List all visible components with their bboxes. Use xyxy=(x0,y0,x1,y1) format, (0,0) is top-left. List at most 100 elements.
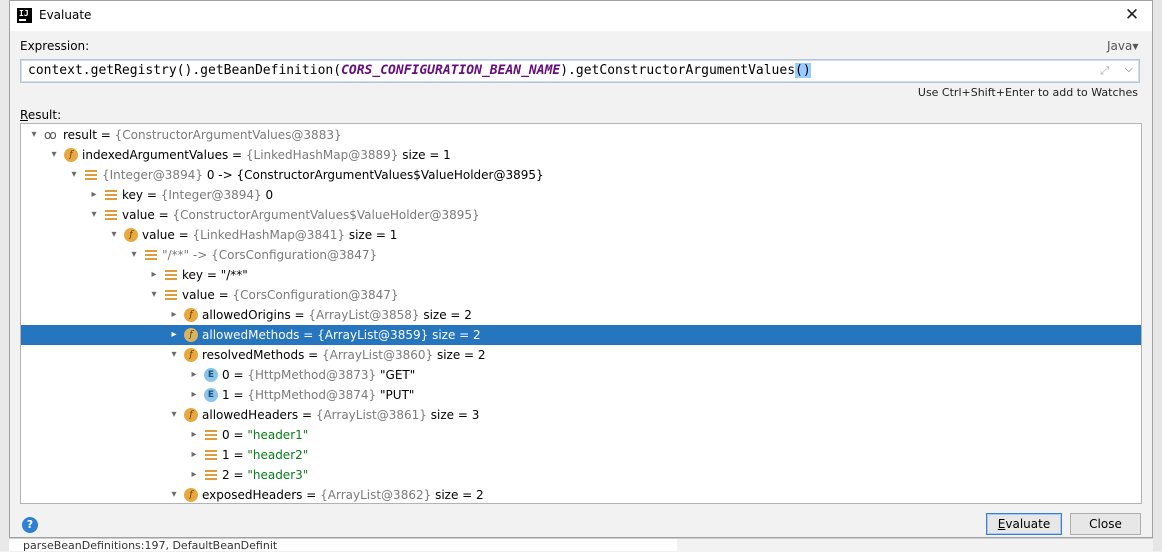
value-text: size = 1 xyxy=(348,228,398,242)
field-icon: f xyxy=(64,148,78,162)
evaluate-button[interactable]: Evaluate xyxy=(986,513,1062,535)
close-button[interactable]: Close xyxy=(1070,513,1141,535)
close-window-icon[interactable]: ✕ xyxy=(1122,5,1142,25)
expand-arrow-icon[interactable]: ▸ xyxy=(187,385,201,405)
tree-row[interactable]: ▾ f value = {LinkedHashMap@3841} size = 1 xyxy=(21,225,1141,245)
tree-row-label: exposedHeaders = {ArrayList@3862} size =… xyxy=(202,485,484,503)
tree-row[interactable]: ▾ value = {ConstructorArgumentValues$Valu… xyxy=(21,205,1141,225)
result-mnemonic: R xyxy=(20,108,28,122)
language-label: Java xyxy=(1107,39,1133,53)
expression-code[interactable]: context.getRegistry().getBeanDefinition(… xyxy=(28,63,811,78)
collapse-arrow-icon[interactable]: ▾ xyxy=(27,125,41,145)
tree-row[interactable]: ▾ f exposedHeaders = {ArrayList@3862} size… xyxy=(21,485,1141,503)
equals-sign: = xyxy=(214,288,233,302)
tree-row[interactable]: ▸ 0 = "header1" xyxy=(21,425,1141,445)
tree-row[interactable]: ▾ f allowedHeaders = {ArrayList@3861} size… xyxy=(21,405,1141,425)
watches-hint: Use Ctrl+Shift+Enter to add to Watches xyxy=(917,86,1138,99)
entry-icon xyxy=(204,448,218,462)
expression-input[interactable]: context.getRegistry().getBeanDefinition(… xyxy=(20,59,1140,83)
tree-row[interactable]: ▾ f indexedArgumentValues = {LinkedHashMap… xyxy=(21,145,1141,165)
value-text: "header2" xyxy=(247,448,309,462)
result-tree[interactable]: ▾ oo result = {ConstructorArgumentValues@3… xyxy=(20,123,1142,504)
equals-sign: = xyxy=(304,348,323,362)
entry-icon xyxy=(104,208,118,222)
collapse-arrow-icon[interactable]: ▾ xyxy=(47,145,61,165)
variable-name: allowedOrigins xyxy=(202,308,291,322)
tree-row[interactable]: ▸ f allowedOrigins = {ArrayList@3858} size… xyxy=(21,305,1141,325)
expand-arrow-icon[interactable]: ▸ xyxy=(187,465,201,485)
collapse-arrow-icon[interactable]: ▾ xyxy=(127,245,141,265)
value-text: size = 3 xyxy=(430,408,480,422)
expand-arrow-icon[interactable]: ▸ xyxy=(187,425,201,445)
result-label-rest: esult: xyxy=(27,108,62,122)
title-bar: IJ Evaluate ✕ xyxy=(10,1,1152,31)
tree-row[interactable]: ▸ E 0 = {HttpMethod@3873} "GET" xyxy=(21,365,1141,385)
equals-sign: = xyxy=(229,388,248,402)
tree-row[interactable]: ▾ "/**" -> {CorsConfiguration@3847} xyxy=(21,245,1141,265)
expand-icon[interactable]: ⤢ xyxy=(1100,64,1109,78)
tree-row[interactable]: ▾ {Integer@3894} 0 -> {ConstructorArgumen… xyxy=(21,165,1141,185)
object-reference: {Integer@3894} xyxy=(160,188,262,202)
collapse-arrow-icon[interactable]: ▾ xyxy=(167,405,181,425)
entry-icon xyxy=(164,288,178,302)
background-ide-right xyxy=(1153,0,1162,551)
equals-sign: = xyxy=(203,268,221,282)
value-text: size = 2 xyxy=(432,328,481,342)
expand-arrow-icon[interactable]: ▸ xyxy=(147,265,161,285)
collapse-arrow-icon[interactable]: ▾ xyxy=(107,225,121,245)
entry-icon xyxy=(204,428,218,442)
tree-row[interactable]: ▸ key = {Integer@3894} 0 xyxy=(21,185,1141,205)
value-text: "PUT" xyxy=(380,388,415,402)
object-reference: {ArrayList@3858} xyxy=(308,308,420,322)
collapse-arrow-icon[interactable]: ▾ xyxy=(167,485,181,503)
watch-glasses-icon: oo xyxy=(44,128,57,142)
tree-row[interactable]: ▾ f resolvedMethods = {ArrayList@3860} siz… xyxy=(21,345,1141,365)
value-text: 0 xyxy=(265,188,274,202)
expand-arrow-icon[interactable]: ▸ xyxy=(167,305,181,325)
code-prefix: context.getRegistry().getBeanDefinition( xyxy=(28,63,342,78)
tree-row[interactable]: ▸ E 1 = {HttpMethod@3874} "PUT" xyxy=(21,385,1141,405)
collapse-arrow-icon[interactable]: ▾ xyxy=(67,165,81,185)
equals-sign: = xyxy=(154,208,173,222)
object-reference: {Integer@3894} xyxy=(102,168,203,182)
language-selector[interactable]: Java▼ xyxy=(1107,39,1139,53)
field-icon: f xyxy=(184,408,198,422)
enum-icon: E xyxy=(204,388,218,402)
object-reference: {HttpMethod@3874} xyxy=(247,388,377,402)
tree-row[interactable]: ▸ 2 = "header3" xyxy=(21,465,1141,485)
field-icon: f xyxy=(184,348,198,362)
value-text: "/**" xyxy=(220,268,248,282)
tree-row[interactable]: ▸ f allowedMethods = {ArrayList@3859} size… xyxy=(21,325,1141,345)
tree-row-label: 1 = "header2" xyxy=(222,445,308,465)
variable-name: indexedArgumentValues xyxy=(82,148,229,162)
equals-sign: = xyxy=(299,328,318,342)
tree-row-label: key = {Integer@3894} 0 xyxy=(122,185,273,205)
collapse-arrow-icon[interactable]: ▾ xyxy=(167,345,181,365)
tree-row-label: 2 = "header3" xyxy=(222,465,308,485)
object-reference: {ArrayList@3861} xyxy=(315,408,427,422)
equals-sign: = xyxy=(298,408,316,422)
collapse-arrow-icon[interactable]: ▾ xyxy=(87,205,101,225)
tree-row[interactable]: ▾ oo result = {ConstructorArgumentValues@3… xyxy=(21,125,1141,145)
code-method: ).getConstructorArgumentValues xyxy=(560,63,796,78)
object-reference: {ConstructorArgumentValues$ValueHolder@3… xyxy=(172,208,480,222)
collapse-arrow-icon[interactable]: ▾ xyxy=(147,285,161,305)
expand-arrow-icon[interactable]: ▸ xyxy=(187,365,201,385)
expand-arrow-icon[interactable]: ▸ xyxy=(87,185,101,205)
expand-arrow-icon[interactable]: ▸ xyxy=(187,445,201,465)
tree-row[interactable]: ▾ value = {CorsConfiguration@3847} xyxy=(21,285,1141,305)
tree-row-label: 1 = {HttpMethod@3874} "PUT" xyxy=(222,385,414,405)
value-text: 0 -> {ConstructorArgumentValues$ValueHol… xyxy=(206,168,544,182)
help-icon[interactable]: ? xyxy=(22,517,38,533)
background-panel-right xyxy=(677,538,1153,552)
variable-name: value xyxy=(142,228,175,242)
field-icon: f xyxy=(184,328,198,342)
tree-row-label: allowedHeaders = {ArrayList@3861} size =… xyxy=(202,405,479,425)
history-dropdown-icon[interactable]: ⌵ xyxy=(1125,62,1133,76)
tree-row[interactable]: ▸ key = "/**" xyxy=(21,265,1141,285)
expand-arrow-icon[interactable]: ▸ xyxy=(167,325,181,345)
tree-row-label: allowedMethods = {ArrayList@3859} size =… xyxy=(202,325,481,345)
tree-row[interactable]: ▸ 1 = "header2" xyxy=(21,445,1141,465)
equals-sign: = xyxy=(302,488,321,502)
tree-row-label: "/**" -> {CorsConfiguration@3847} xyxy=(162,245,377,265)
